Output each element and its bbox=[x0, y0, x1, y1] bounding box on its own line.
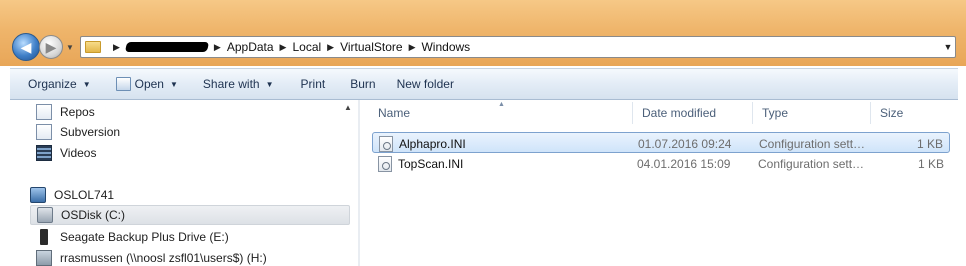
open-icon bbox=[115, 77, 131, 91]
column-header-type[interactable]: Type bbox=[752, 100, 870, 126]
new-folder-label: New folder bbox=[396, 77, 454, 91]
chevron-right-icon[interactable]: ▶ bbox=[327, 42, 334, 53]
arrow-left-icon: ◀ bbox=[20, 38, 32, 55]
file-type: Configuration sett… bbox=[758, 156, 865, 171]
column-header-label: Date modified bbox=[642, 106, 717, 120]
column-header-label: Name bbox=[378, 106, 411, 120]
back-button[interactable]: ◀ bbox=[12, 33, 40, 61]
address-history-dropdown[interactable]: ▼ bbox=[941, 42, 955, 52]
arrow-right-icon: ▶ bbox=[45, 38, 57, 55]
navigation-pane: Repos Subversion Videos OSLOL741 OSDisk … bbox=[10, 100, 360, 266]
nav-item-label: rrasmussen (\\noosl zsfl01\users$) (H:) bbox=[60, 251, 267, 265]
share-with-label: Share with bbox=[202, 77, 260, 91]
share-with-button[interactable]: Share with ▼ bbox=[187, 72, 283, 96]
pane-divider[interactable] bbox=[358, 100, 360, 266]
scroll-up-arrow-icon[interactable]: ▲ bbox=[344, 103, 352, 112]
hard-disk-icon bbox=[37, 207, 53, 223]
column-header-label: Size bbox=[880, 106, 904, 120]
column-header-size[interactable]: Size bbox=[870, 100, 950, 126]
external-drive-icon bbox=[40, 229, 48, 245]
chevron-right-icon[interactable]: ▶ bbox=[214, 42, 221, 53]
print-button[interactable]: Print bbox=[283, 72, 335, 96]
file-name-cell: Alphapro.INI bbox=[379, 133, 466, 154]
config-file-icon bbox=[379, 135, 393, 152]
chevron-right-icon[interactable]: ▶ bbox=[409, 42, 416, 53]
file-size: 1 KB bbox=[916, 136, 943, 151]
organize-label: Organize bbox=[28, 77, 77, 91]
folder-icon bbox=[85, 41, 101, 53]
file-date: 04.01.2016 15:09 bbox=[637, 156, 731, 171]
burn-label: Burn bbox=[350, 77, 376, 91]
breadcrumb-appdata[interactable]: AppData bbox=[227, 40, 274, 54]
document-library-icon bbox=[36, 124, 52, 140]
print-label: Print bbox=[300, 77, 326, 91]
nav-item-label: OSLOL741 bbox=[54, 188, 115, 202]
document-library-icon bbox=[36, 104, 52, 120]
file-list: Name ▲ Date modified Type Size Alphapro.… bbox=[368, 100, 958, 266]
chevron-down-icon: ▼ bbox=[82, 79, 91, 89]
computer-icon bbox=[30, 187, 46, 203]
command-bar: Organize ▼ Open ▼ Share with ▼ Print Bur… bbox=[10, 68, 958, 100]
file-size: 1 KB bbox=[917, 156, 944, 171]
network-drive-icon bbox=[36, 250, 52, 266]
file-row-alphapro[interactable]: Alphapro.INI 01.07.2016 09:24 Configurat… bbox=[372, 132, 950, 153]
file-name: Alphapro.INI bbox=[399, 136, 466, 151]
burn-button[interactable]: Burn bbox=[334, 72, 384, 96]
config-file-icon bbox=[378, 155, 392, 172]
file-date: 01.07.2016 09:24 bbox=[638, 136, 732, 151]
nav-item-label: OSDisk (C:) bbox=[61, 208, 125, 222]
new-folder-button[interactable]: New folder bbox=[385, 72, 463, 96]
open-label: Open bbox=[134, 77, 164, 91]
redacted-path-segment bbox=[124, 42, 209, 52]
nav-item-computer[interactable]: OSLOL741 bbox=[30, 185, 114, 205]
nav-item-repos[interactable]: Repos bbox=[36, 102, 95, 122]
file-name-cell: TopScan.INI bbox=[378, 153, 463, 174]
chevron-right-icon[interactable]: ▶ bbox=[113, 42, 120, 53]
chevron-down-icon: ▼ bbox=[169, 79, 178, 89]
chevron-right-icon[interactable]: ▶ bbox=[280, 42, 287, 53]
breadcrumb-virtualstore[interactable]: VirtualStore bbox=[340, 40, 402, 54]
file-name: TopScan.INI bbox=[398, 156, 464, 171]
forward-button[interactable]: ▶ bbox=[39, 35, 63, 59]
recent-pages-dropdown[interactable]: ▼ bbox=[66, 43, 74, 52]
column-header-label: Type bbox=[762, 106, 789, 120]
nav-item-osdisk[interactable]: OSDisk (C:) bbox=[30, 205, 350, 225]
open-button[interactable]: Open ▼ bbox=[100, 72, 187, 96]
nav-item-subversion[interactable]: Subversion bbox=[36, 122, 120, 142]
organize-button[interactable]: Organize ▼ bbox=[10, 72, 100, 96]
nav-item-label: Videos bbox=[60, 146, 97, 160]
column-header-date-modified[interactable]: Date modified bbox=[632, 100, 752, 126]
nav-item-videos[interactable]: Videos bbox=[36, 143, 96, 163]
file-row-topscan[interactable]: TopScan.INI 04.01.2016 15:09 Configurati… bbox=[372, 153, 950, 174]
chevron-down-icon: ▼ bbox=[265, 79, 274, 89]
breadcrumb-windows[interactable]: Windows bbox=[421, 40, 470, 54]
breadcrumb-local[interactable]: Local bbox=[292, 40, 321, 54]
nav-item-label: Repos bbox=[60, 105, 95, 119]
nav-item-label: Subversion bbox=[60, 125, 121, 139]
address-bar[interactable]: ▶ ▶ AppData ▶ Local ▶ VirtualStore ▶ Win… bbox=[80, 36, 956, 58]
nav-item-seagate[interactable]: Seagate Backup Plus Drive (E:) bbox=[36, 227, 229, 247]
file-type: Configuration sett… bbox=[759, 136, 866, 151]
nav-item-network-drive[interactable]: rrasmussen (\\noosl zsfl01\users$) (H:) bbox=[36, 248, 267, 266]
nav-item-label: Seagate Backup Plus Drive (E:) bbox=[60, 230, 229, 244]
videos-icon bbox=[36, 145, 52, 161]
sort-ascending-icon: ▲ bbox=[498, 101, 505, 108]
